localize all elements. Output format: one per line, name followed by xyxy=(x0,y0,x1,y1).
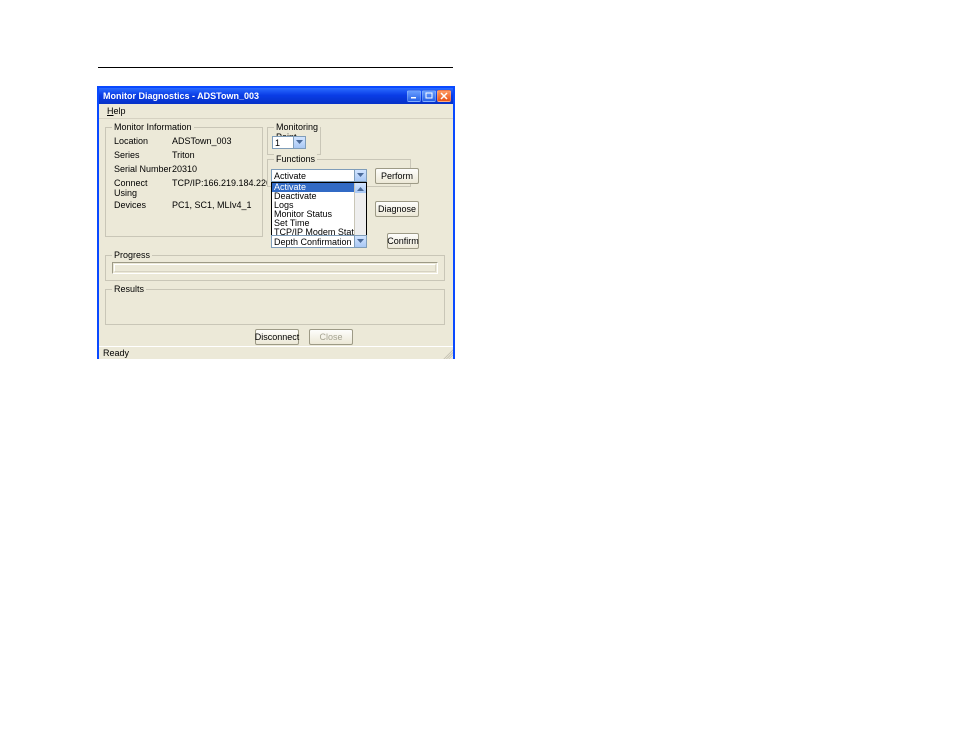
dialog-window: Monitor Diagnostics - ADSTown_003 Help xyxy=(97,86,455,359)
chevron-down-icon xyxy=(354,236,366,247)
close-dialog-button: Close xyxy=(309,329,353,345)
disconnect-button[interactable]: Disconnect xyxy=(255,329,299,345)
group-results: Results xyxy=(105,289,445,325)
resize-grip-icon[interactable] xyxy=(441,347,453,359)
value-serial-number: 20310 xyxy=(172,164,197,174)
minimize-button[interactable] xyxy=(407,90,421,102)
confirm-button[interactable]: Confirm xyxy=(387,233,419,249)
combo-monitoring-point[interactable]: 1 xyxy=(272,136,306,149)
statusbar: Ready xyxy=(99,346,453,359)
combo-function-value: Activate xyxy=(274,171,306,181)
perform-button-label: Perform xyxy=(381,171,413,181)
label-devices: Devices xyxy=(114,200,172,210)
value-location: ADSTown_003 xyxy=(172,136,232,146)
disconnect-button-label: Disconnect xyxy=(255,332,300,342)
value-devices: PC1, SC1, MLIv4_1 xyxy=(172,200,252,210)
group-monitoring-point: Monitoring Point 1 xyxy=(267,127,321,155)
chevron-down-icon xyxy=(293,137,305,148)
combo-function[interactable]: Activate xyxy=(271,169,367,182)
combo-depth-confirmation-value: Depth Confirmation xyxy=(274,237,352,247)
document-rule xyxy=(98,67,453,68)
titlebar[interactable]: Monitor Diagnostics - ADSTown_003 xyxy=(99,88,453,104)
client-area: Monitor Information Location ADSTown_003… xyxy=(99,119,453,346)
menubar: Help xyxy=(99,104,453,119)
group-label-functions: Functions xyxy=(274,154,317,164)
value-connect-using: TCP/IP:166.219.184.220 xyxy=(172,178,271,198)
value-series: Triton xyxy=(172,150,195,160)
close-button[interactable] xyxy=(437,90,451,102)
close-dialog-button-label: Close xyxy=(319,332,342,342)
group-progress: Progress xyxy=(105,255,445,281)
label-connect-using: Connect Using xyxy=(114,178,172,198)
combo-monitoring-point-value: 1 xyxy=(275,138,280,148)
maximize-button[interactable] xyxy=(422,90,436,102)
group-label-results: Results xyxy=(112,284,146,294)
combo-depth-confirmation[interactable]: Depth Confirmation xyxy=(271,235,367,248)
scroll-up-icon[interactable] xyxy=(355,183,366,193)
window-title: Monitor Diagnostics - ADSTown_003 xyxy=(103,91,407,101)
perform-button[interactable]: Perform xyxy=(375,168,419,184)
diagnose-button[interactable]: Diagnose xyxy=(375,201,419,217)
menu-help[interactable]: Help xyxy=(103,106,130,116)
progress-bar xyxy=(112,262,438,274)
status-text: Ready xyxy=(103,348,129,358)
group-label-monitor-information: Monitor Information xyxy=(112,122,194,132)
group-monitor-information: Monitor Information Location ADSTown_003… xyxy=(105,127,263,237)
chevron-down-icon xyxy=(354,170,366,181)
label-location: Location xyxy=(114,136,172,146)
label-series: Series xyxy=(114,150,172,160)
group-label-progress: Progress xyxy=(112,250,152,260)
confirm-button-label: Confirm xyxy=(387,236,419,246)
label-serial-number: Serial Number xyxy=(114,164,172,174)
diagnose-button-label: Diagnose xyxy=(378,204,416,214)
